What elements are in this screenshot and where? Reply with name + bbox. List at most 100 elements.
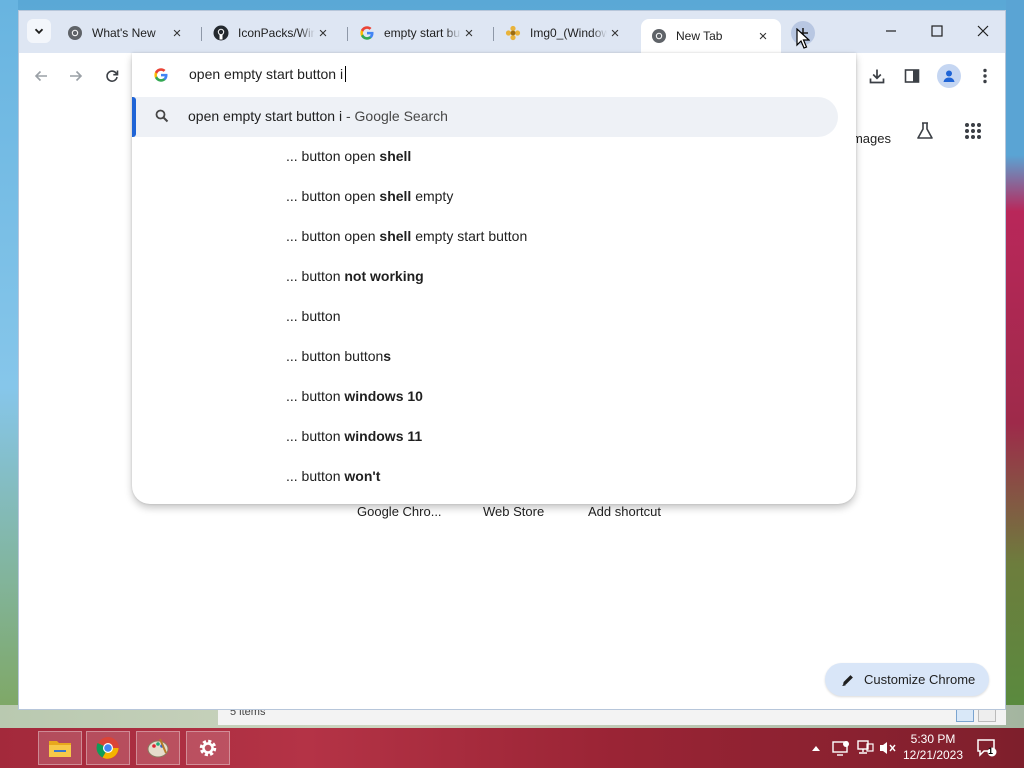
tab-separator [201, 27, 202, 41]
gear-icon [199, 739, 217, 757]
taskbar-settings[interactable] [186, 731, 230, 765]
side-panel-button[interactable] [900, 64, 924, 88]
desktop-wallpaper-left [0, 0, 18, 705]
close-icon[interactable]: × [461, 25, 477, 42]
details-view-icon[interactable] [956, 708, 974, 722]
folder-icon [49, 741, 71, 757]
text-caret [345, 66, 347, 82]
taskbar-paint-app[interactable] [136, 731, 180, 765]
suggestion-text: ... button windows 10 [286, 388, 423, 404]
tab-iconpacks[interactable]: IconPacks/Win × [203, 19, 341, 47]
tab-search-button[interactable] [27, 19, 51, 43]
tray-security-icon[interactable] [830, 728, 852, 768]
taskbar-chrome[interactable] [86, 731, 130, 765]
tab-separator [347, 27, 348, 41]
address-bar[interactable]: open empty start button i [132, 53, 856, 97]
suggestion-search[interactable]: open empty start button i - Google Searc… [132, 97, 838, 137]
show-hidden-icons-button[interactable] [809, 728, 823, 768]
tab-new-tab[interactable]: New Tab × [641, 19, 781, 53]
download-icon [869, 69, 885, 84]
notification-icon [977, 739, 997, 757]
suggestion-item[interactable]: ... button open shell empty start button [132, 217, 856, 257]
tab-title: IconPacks/Win [238, 26, 315, 40]
chrome-icon [96, 737, 119, 759]
customize-chrome-label: Customize Chrome [864, 672, 976, 687]
back-button[interactable] [29, 64, 53, 88]
tab-separator [493, 27, 494, 41]
selection-indicator [132, 97, 136, 137]
chevron-up-icon [812, 746, 820, 751]
search-icon [155, 109, 169, 123]
clock-date: 12/21/2023 [902, 748, 964, 762]
chevron-down-icon [34, 28, 44, 35]
maximize-button[interactable] [915, 17, 959, 45]
shortcut-web-store[interactable]: Web Store [483, 504, 544, 519]
close-icon [977, 25, 989, 37]
mouse-cursor-icon [796, 28, 810, 49]
google-apps-button[interactable] [961, 119, 985, 143]
network-icon [857, 740, 874, 754]
minimize-button[interactable] [869, 17, 913, 45]
close-icon[interactable]: × [169, 25, 185, 42]
pencil-icon [841, 673, 855, 687]
suggestion-item[interactable]: ... button not working [132, 257, 856, 297]
palette-icon [147, 738, 169, 758]
forward-button[interactable] [64, 64, 88, 88]
suggestion-item[interactable]: ... button buttons [132, 337, 856, 377]
menu-button[interactable] [973, 64, 997, 88]
suggestion-item[interactable]: ... button [132, 297, 856, 337]
tab-strip: What's New × IconPacks/Win × empty start… [19, 11, 1005, 53]
tray-volume-muted-icon[interactable] [877, 728, 899, 768]
close-icon[interactable]: × [315, 25, 331, 42]
suggestion-text: ... button not working [286, 268, 424, 284]
arrow-right-icon [70, 70, 83, 82]
suggestion-text: ... button windows 11 [286, 428, 423, 444]
customize-chrome-button[interactable]: Customize Chrome [825, 663, 989, 696]
tab-google-search[interactable]: empty start bu × [349, 19, 487, 47]
tab-title: empty start bu [384, 26, 461, 40]
system-clock[interactable]: 5:30 PM 12/21/2023 [898, 731, 968, 763]
suggestion-text: ... button buttons [286, 348, 392, 364]
close-icon[interactable]: × [607, 25, 623, 42]
downloads-button[interactable] [865, 64, 889, 88]
reload-button[interactable] [100, 64, 124, 88]
chrome-icon [651, 28, 667, 44]
suggestion-text: ... button open shell [286, 148, 412, 164]
taskbar-file-explorer[interactable] [38, 731, 82, 765]
minimize-icon [886, 30, 896, 32]
suggestion-item[interactable]: ... button open shell empty [132, 177, 856, 217]
labs-button[interactable] [913, 119, 937, 143]
suggestion-text: ... button [286, 308, 341, 324]
chrome-window: What's New × IconPacks/Win × empty start… [18, 10, 1006, 710]
suggestion-item[interactable]: ... button windows 11 [132, 417, 856, 457]
notification-count: 1 [988, 746, 994, 756]
suggestion-text: ... button open shell empty [286, 188, 454, 204]
tab-img0[interactable]: Img0_(Window × [495, 19, 633, 47]
desktop-wallpaper-right [1006, 0, 1024, 705]
close-icon[interactable]: × [755, 28, 771, 45]
tiles-view-icon[interactable] [978, 708, 996, 722]
close-window-button[interactable] [961, 17, 1005, 45]
arrow-left-icon [34, 70, 47, 82]
reload-icon [106, 70, 119, 82]
person-icon [943, 70, 955, 82]
shortcut-add[interactable]: Add shortcut [588, 504, 661, 519]
kebab-menu-icon [983, 68, 987, 84]
suggestion-item[interactable]: ... button open shell [132, 137, 856, 177]
chrome-icon [67, 25, 83, 41]
tray-network-icon[interactable] [854, 728, 876, 768]
tab-whats-new[interactable]: What's New × [57, 19, 195, 47]
windows-taskbar: 5:30 PM 12/21/2023 1 [0, 728, 1024, 768]
address-bar-input[interactable]: open empty start button i [189, 66, 347, 82]
google-icon [359, 25, 375, 41]
tab-title: New Tab [676, 29, 723, 43]
action-center-button[interactable]: 1 [974, 728, 1000, 768]
flask-icon [917, 122, 933, 139]
side-panel-icon [904, 69, 920, 83]
shortcut-google-chrome[interactable]: Google Chro... [357, 504, 442, 519]
suggestion-item[interactable]: ... button won't [132, 457, 856, 497]
monitor-icon [832, 741, 849, 756]
suggestion-text: open empty start button i - Google Searc… [188, 108, 448, 124]
suggestion-item[interactable]: ... button windows 10 [132, 377, 856, 417]
profile-avatar[interactable] [937, 64, 961, 88]
